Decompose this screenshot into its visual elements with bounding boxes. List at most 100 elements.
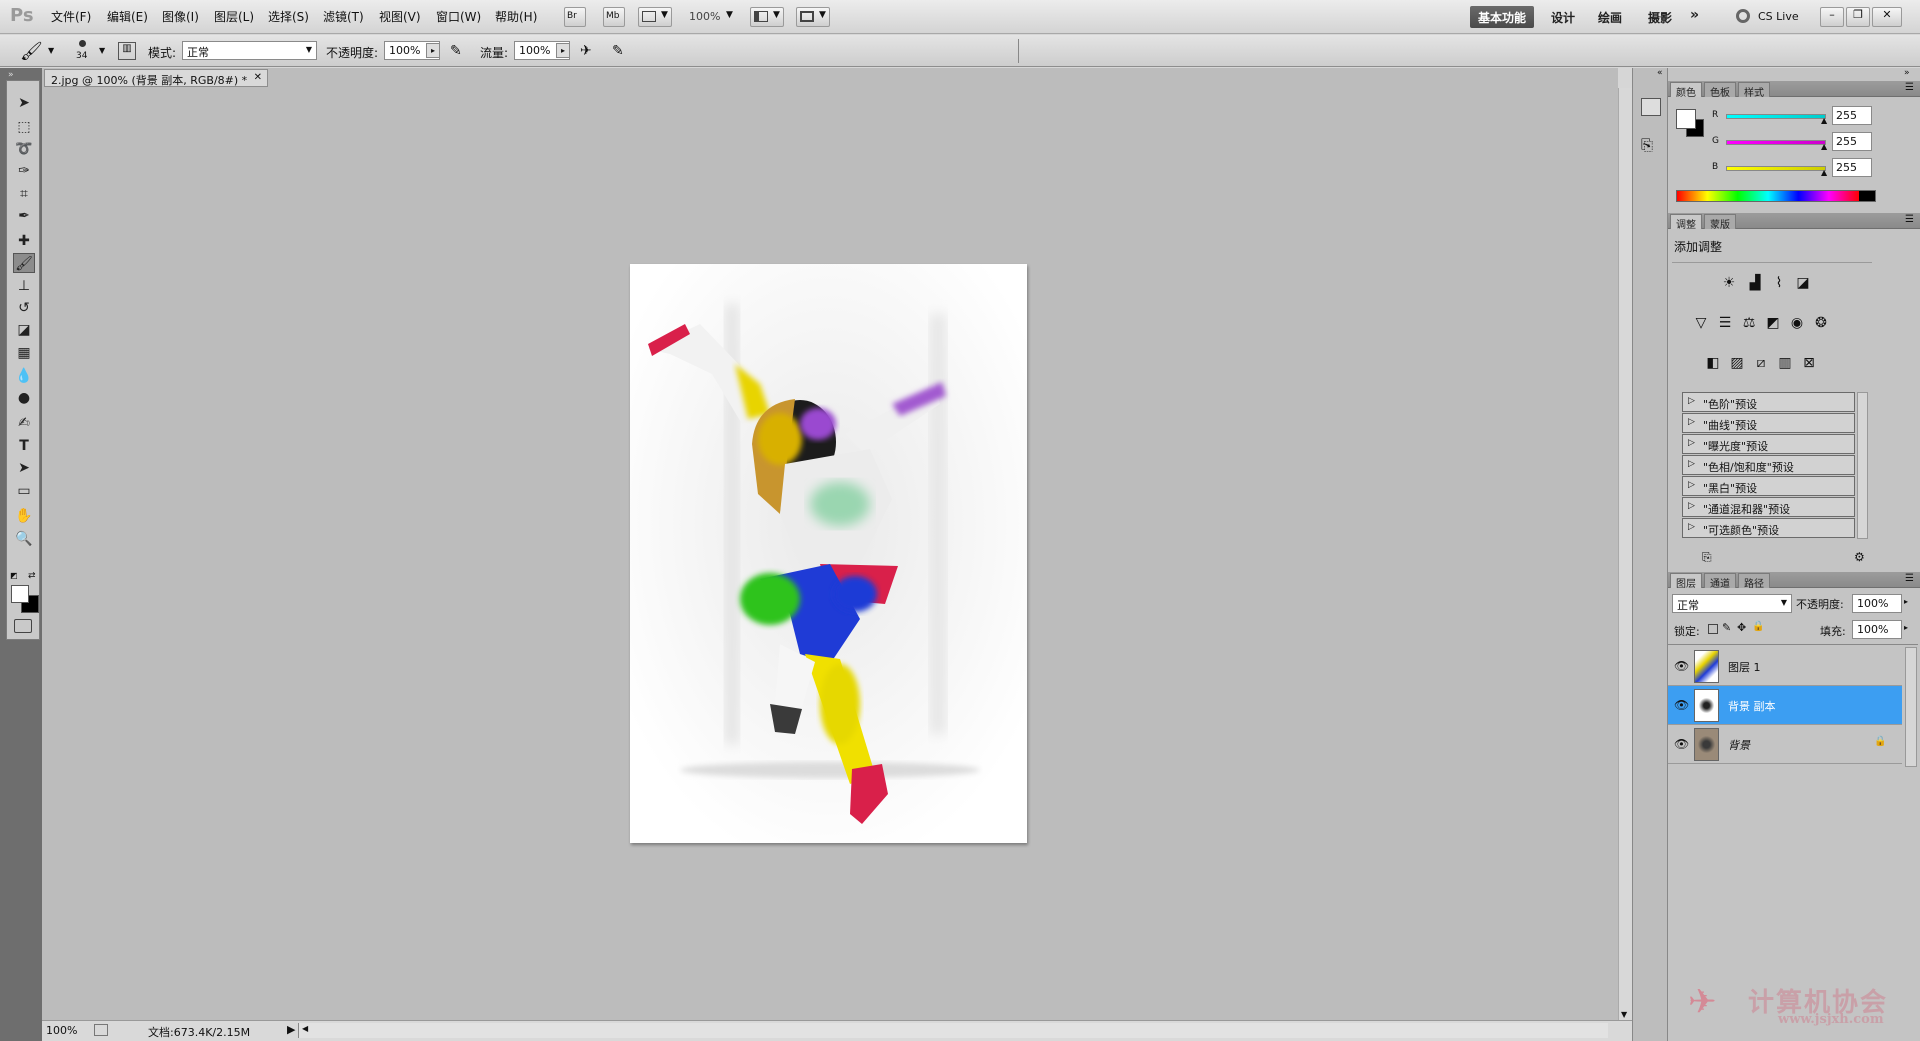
collapse-panels-icon[interactable]: » (1904, 68, 1910, 78)
zoom-status[interactable]: 100% (46, 1024, 77, 1037)
move-tool-icon[interactable]: ➤ (13, 93, 35, 113)
view-extras-button[interactable]: ▼ (638, 7, 672, 27)
document-tab[interactable]: 2.jpg @ 100% (背景 副本, RGB/8#) * ✕ (44, 69, 268, 87)
menu-layer[interactable]: 图层(L) (214, 8, 254, 25)
zoom-dropdown-icon[interactable]: ▼ (726, 10, 733, 20)
color-balance-icon[interactable]: ⚖ (1738, 313, 1760, 333)
workspace-painting[interactable]: 绘画 (1590, 6, 1630, 28)
tab-paths[interactable]: 路径 (1738, 573, 1770, 590)
shape-tool-icon[interactable]: ▭ (13, 481, 35, 501)
selective-color-icon[interactable]: ⊠ (1798, 353, 1820, 373)
channel-b-slider[interactable] (1726, 166, 1826, 171)
layer-opacity-input[interactable]: 100% (1852, 594, 1902, 613)
lasso-tool-icon[interactable]: ➰ (13, 139, 35, 159)
flow-slider-button[interactable]: ▸ (556, 43, 570, 58)
preset-exposure[interactable]: ▷ "曝光度"预设 (1682, 434, 1855, 454)
close-button[interactable]: ✕ (1872, 7, 1902, 27)
curves-icon[interactable]: ⌇ (1768, 273, 1790, 293)
channel-mixer-icon[interactable]: ❂ (1810, 313, 1832, 333)
horizontal-scrollbar[interactable] (298, 1023, 1608, 1038)
foreground-color-swatch[interactable] (11, 585, 29, 603)
channel-g-slider[interactable] (1726, 140, 1826, 145)
gradient-map-icon[interactable]: ▥ (1774, 353, 1796, 373)
fill-input[interactable]: 100% (1852, 620, 1902, 639)
brush-tool-preset-icon[interactable]: 🖌 (20, 41, 43, 62)
tab-masks[interactable]: 蒙版 (1704, 214, 1736, 231)
preset-curves[interactable]: ▷ "曲线"预设 (1682, 413, 1855, 433)
opacity-slider-button[interactable]: ▸ (426, 43, 440, 58)
preset-selective-color[interactable]: ▷ "可选颜色"预设 (1682, 518, 1855, 538)
healing-brush-tool-icon[interactable]: ✚ (13, 231, 35, 251)
menu-filter[interactable]: 滤镜(T) (323, 8, 364, 25)
screen-mode-button[interactable]: ▼ (796, 7, 830, 27)
tab-channels[interactable]: 通道 (1704, 573, 1736, 590)
collapse-dock-icon[interactable]: « (1657, 68, 1663, 78)
history-panel-icon[interactable]: ⎘ (1641, 136, 1653, 154)
panel-menu-icon[interactable]: ☰ (1905, 82, 1914, 93)
arrange-documents-button[interactable]: ▼ (750, 7, 784, 27)
preset-hue-saturation[interactable]: ▷ "色相/饱和度"预设 (1682, 455, 1855, 475)
menu-edit[interactable]: 编辑(E) (107, 8, 148, 25)
blur-tool-icon[interactable]: 💧 (13, 366, 35, 386)
clone-stamp-tool-icon[interactable]: ⊥ (13, 276, 35, 296)
layer-row[interactable]: 👁 图层 1 (1668, 647, 1902, 686)
preset-levels[interactable]: ▷ "色阶"预设 (1682, 392, 1855, 412)
blend-mode-select[interactable]: 正常 ▼ (1672, 594, 1792, 613)
clip-to-layer-icon[interactable]: ⎘ (1702, 550, 1712, 565)
swap-colors-icon[interactable]: ⇄ (28, 571, 36, 581)
default-colors-icon[interactable]: ◩ (10, 571, 18, 580)
panel-menu-icon[interactable]: ☰ (1905, 214, 1914, 225)
lock-transparent-icon[interactable] (1708, 624, 1718, 634)
dropdown-arrow-icon[interactable]: ▼ (48, 46, 54, 55)
lock-position-icon[interactable]: ✥ (1737, 621, 1746, 634)
dropdown-arrow-icon[interactable]: ▼ (99, 46, 105, 55)
channel-r-slider[interactable] (1726, 114, 1826, 119)
levels-icon[interactable]: ▟ (1744, 273, 1766, 293)
slider-handle-icon[interactable]: ▲ (1821, 116, 1827, 125)
panel-menu-icon[interactable]: ☰ (1905, 573, 1914, 584)
presets-scrollbar[interactable] (1857, 392, 1868, 539)
tab-layers[interactable]: 图层 (1670, 573, 1702, 590)
photo-filter-icon[interactable]: ◉ (1786, 313, 1808, 333)
pen-tool-icon[interactable]: ✍ (13, 413, 35, 433)
crop-tool-icon[interactable]: ⌗ (13, 184, 35, 204)
brightness-contrast-icon[interactable]: ☀ (1718, 273, 1740, 293)
status-menu-arrow-icon[interactable]: ▶ (287, 1023, 295, 1036)
tab-color[interactable]: 颜色 (1670, 82, 1702, 99)
type-tool-icon[interactable]: T (13, 436, 35, 456)
lock-pixels-icon[interactable]: ✎ (1722, 621, 1731, 634)
preset-channel-mixer[interactable]: ▷ "通道混和器"预设 (1682, 497, 1855, 517)
restore-button[interactable]: ❐ (1846, 7, 1870, 27)
pressure-size-icon[interactable]: ✎ (612, 43, 624, 59)
color-spectrum-bar[interactable] (1676, 190, 1876, 202)
vibrance-icon[interactable]: ▽ (1690, 313, 1712, 333)
visibility-eye-icon[interactable]: 👁 (1674, 737, 1689, 751)
marquee-tool-icon[interactable]: ⬚ (13, 117, 35, 137)
exposure-icon[interactable]: ◪ (1792, 273, 1814, 293)
minibridge-button[interactable]: Mb (603, 7, 625, 27)
layers-scrollbar[interactable] (1905, 647, 1917, 767)
slider-handle-icon[interactable]: ▲ (1821, 168, 1827, 177)
tab-swatches[interactable]: 色板 (1704, 82, 1736, 99)
layer-row-selected[interactable]: 👁 背景 副本 (1668, 686, 1902, 725)
color-fg-swatch[interactable] (1676, 109, 1696, 129)
fill-slider-button[interactable]: ▸ (1904, 623, 1908, 632)
brush-tool-icon[interactable]: 🖌 (13, 253, 35, 273)
visibility-eye-icon[interactable]: 👁 (1674, 659, 1689, 673)
menu-view[interactable]: 视图(V) (379, 8, 421, 25)
lock-all-icon[interactable]: 🔒 (1752, 621, 1764, 632)
histogram-panel-icon[interactable] (1641, 98, 1661, 116)
quick-mask-icon[interactable] (14, 619, 32, 633)
workspace-more-button[interactable]: » (1682, 4, 1707, 26)
invert-icon[interactable]: ◧ (1702, 353, 1724, 373)
zoom-tool-icon[interactable]: 🔍 (13, 529, 35, 549)
layer-row[interactable]: 👁 背景 🔒 (1668, 725, 1902, 764)
gradient-tool-icon[interactable]: ▦ (13, 343, 35, 363)
adjust-panel-options-icon[interactable]: ⚙ (1854, 550, 1865, 564)
scroll-down-icon[interactable]: ▼ (1621, 1010, 1627, 1019)
dodge-tool-icon[interactable]: ● (13, 388, 35, 408)
menu-file[interactable]: 文件(F) (51, 8, 91, 25)
opacity-slider-button[interactable]: ▸ (1904, 597, 1908, 606)
preset-black-white[interactable]: ▷ "黑白"预设 (1682, 476, 1855, 496)
airbrush-icon[interactable]: ✈ (580, 43, 592, 59)
